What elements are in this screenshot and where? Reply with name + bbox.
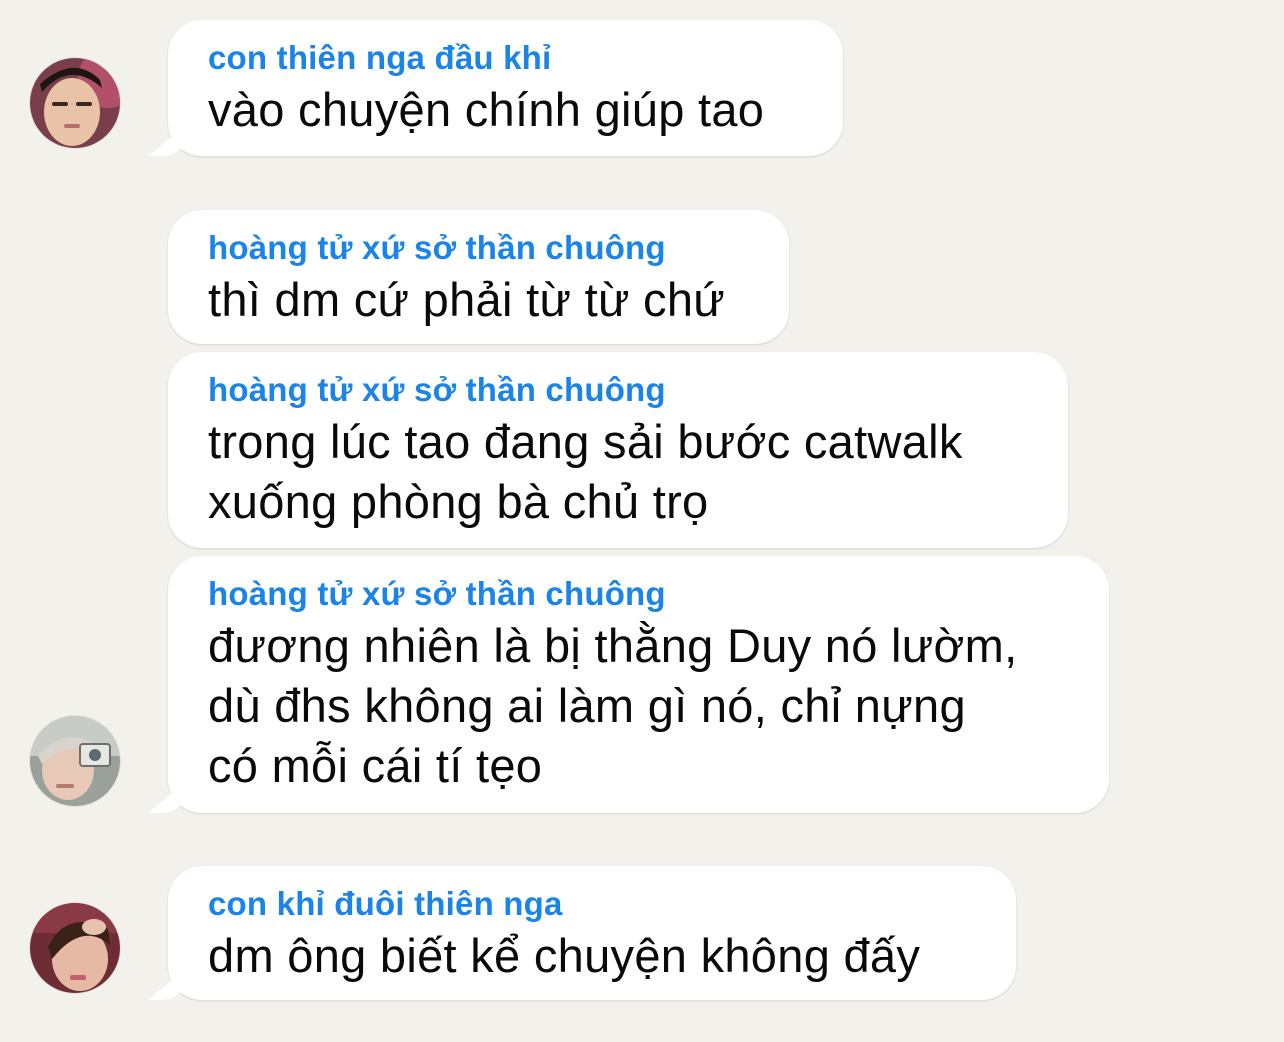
avatar-photo-icon <box>30 58 120 148</box>
message-text: vào chuyện chính giúp tao <box>208 83 765 136</box>
sender-name: hoàng tử xứ sở thần chuông <box>208 371 666 408</box>
message-text: thì dm cứ phải từ từ chứ <box>208 273 726 326</box>
chat-transcript: con thiên nga đầu khỉ vào chuyện chính g… <box>0 0 1284 1042</box>
sender-name: con khỉ đuôi thiên nga <box>208 885 563 922</box>
sender-name: hoàng tử xứ sở thần chuông <box>208 229 666 266</box>
message-bubble[interactable]: con thiên nga đầu khỉ vào chuyện chính g… <box>168 20 843 156</box>
message-text: dm ông biết kể chuyện không đấy <box>208 929 921 982</box>
message-bubble[interactable]: hoàng tử xứ sở thần chuông trong lúc tao… <box>168 352 1068 548</box>
avatar[interactable] <box>30 903 120 993</box>
message-bubble[interactable]: hoàng tử xứ sở thần chuông đương nhiên l… <box>168 556 1109 813</box>
sender-name: hoàng tử xứ sở thần chuông <box>208 575 666 612</box>
sender-name: con thiên nga đầu khỉ <box>208 39 552 76</box>
avatar-photo-icon <box>30 903 120 993</box>
avatar[interactable] <box>30 58 120 148</box>
message-bubble[interactable]: hoàng tử xứ sở thần chuông thì dm cứ phả… <box>168 210 789 344</box>
message-text: trong lúc tao đang sải bước catwalk xuốn… <box>208 415 963 528</box>
avatar[interactable] <box>30 716 120 806</box>
message-bubble[interactable]: con khỉ đuôi thiên nga dm ông biết kể ch… <box>168 866 1016 1000</box>
message-text: đương nhiên là bị thằng Duy nó lườm, dù … <box>208 619 1018 792</box>
avatar-photo-icon <box>30 716 120 806</box>
